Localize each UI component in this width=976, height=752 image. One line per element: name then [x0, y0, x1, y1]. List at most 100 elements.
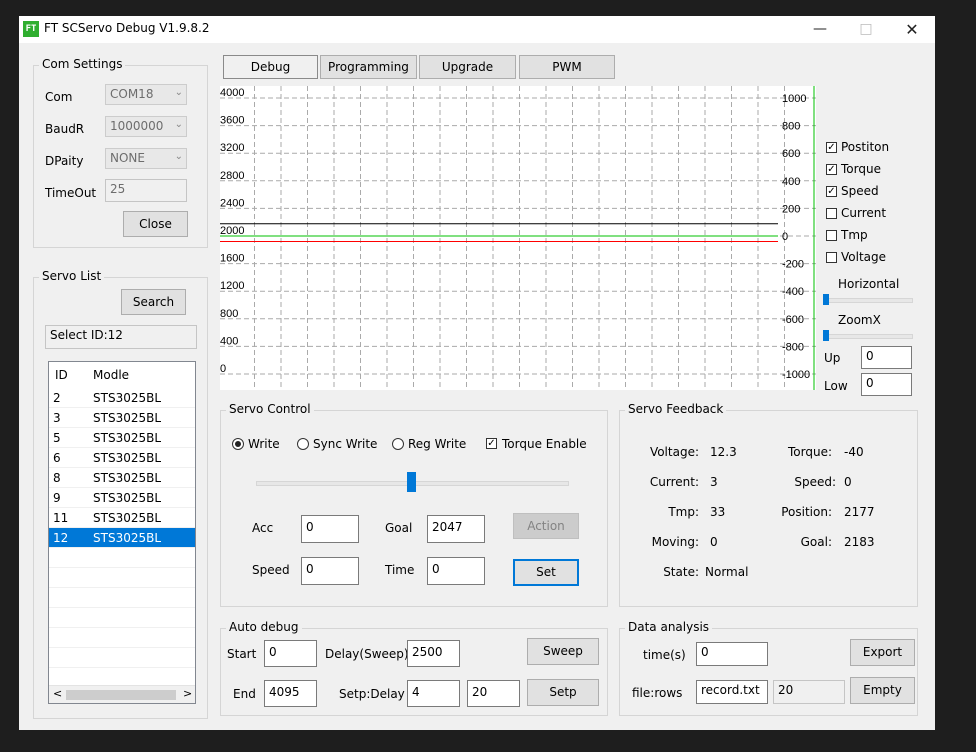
- up-field[interactable]: 0: [861, 346, 912, 369]
- scroll-right-icon[interactable]: >: [183, 687, 192, 700]
- column-header-id[interactable]: ID: [55, 368, 68, 382]
- write-radio[interactable]: [232, 438, 244, 450]
- list-item[interactable]: 5 STS3025BL: [49, 428, 195, 448]
- speed-field[interactable]: 0: [301, 557, 359, 585]
- series-toggle-label: Voltage: [841, 250, 887, 264]
- low-field[interactable]: 0: [861, 373, 912, 396]
- series-toggle-checkbox[interactable]: ✓: [826, 186, 837, 197]
- close-window-button[interactable]: ✕: [889, 16, 935, 43]
- list-item: [49, 548, 195, 568]
- file-name-field[interactable]: record.txt: [696, 680, 768, 704]
- reg-write-radio[interactable]: [392, 438, 404, 450]
- time-field[interactable]: 0: [427, 557, 485, 585]
- com-select[interactable]: COM18 ⌄: [105, 84, 187, 105]
- maximize-button[interactable]: □: [843, 16, 889, 43]
- baud-label: BaudR: [45, 122, 85, 136]
- torque-enable-label: Torque Enable: [502, 437, 587, 451]
- step-field[interactable]: 4: [407, 680, 460, 707]
- servo-model-cell: STS3025BL: [93, 391, 162, 405]
- set-button[interactable]: Set: [513, 559, 579, 586]
- timeout-label: TimeOut: [45, 186, 97, 200]
- servo-control-title: Servo Control: [226, 402, 314, 416]
- series-toggle-label: Speed: [841, 184, 879, 198]
- low-label: Low: [824, 379, 848, 393]
- goal-position-slider-thumb[interactable]: [407, 472, 417, 492]
- tab-programming[interactable]: Programming: [320, 55, 417, 79]
- rows-field[interactable]: 20: [773, 680, 845, 704]
- horizontal-scrollbar[interactable]: < >: [49, 685, 195, 703]
- step-delay-field[interactable]: 20: [467, 680, 520, 707]
- feedback-goal-value: 2183: [844, 535, 875, 549]
- tab-upgrade[interactable]: Upgrade: [419, 55, 516, 79]
- goal-label: Goal: [385, 521, 413, 535]
- current-value: 3: [710, 475, 718, 489]
- delay-sweep-field[interactable]: 2500: [407, 640, 460, 667]
- zoomx-slider[interactable]: [824, 334, 913, 339]
- minimize-button[interactable]: —: [797, 16, 843, 43]
- search-button[interactable]: Search: [121, 289, 186, 315]
- acc-field[interactable]: 0: [301, 515, 359, 543]
- list-item[interactable]: 12 STS3025BL: [49, 528, 195, 548]
- list-item[interactable]: 8 STS3025BL: [49, 468, 195, 488]
- parity-select[interactable]: NONE ⌄: [105, 148, 187, 169]
- left-axis-tick-label: 4000: [220, 87, 244, 99]
- auto-debug-title: Auto debug: [226, 620, 302, 634]
- horizontal-slider[interactable]: [824, 298, 913, 303]
- list-item[interactable]: 6 STS3025BL: [49, 448, 195, 468]
- scroll-left-icon[interactable]: <: [53, 687, 62, 700]
- baud-select[interactable]: 1000000 ⌄: [105, 116, 187, 137]
- end-field[interactable]: 4095: [264, 680, 317, 707]
- start-field[interactable]: 0: [264, 640, 317, 667]
- left-axis-tick-label: 2400: [220, 197, 244, 209]
- reg-write-label: Reg Write: [408, 437, 467, 451]
- series-toggle-checkbox[interactable]: [826, 208, 837, 219]
- app-window: FT FT SCServo Debug V1.9.8.2 — □ ✕ Com S…: [19, 16, 935, 730]
- series-toggle-checkbox[interactable]: [826, 230, 837, 241]
- timeout-field[interactable]: 25: [105, 179, 187, 202]
- torque-enable-checkbox[interactable]: ✓: [486, 438, 497, 449]
- parity-value: NONE: [110, 151, 145, 165]
- series-toggle-checkbox[interactable]: ✓: [826, 142, 837, 153]
- feedback-speed-value: 0: [844, 475, 852, 489]
- com-label: Com: [45, 90, 73, 104]
- parity-label: DPaity: [45, 154, 84, 168]
- empty-button[interactable]: Empty: [850, 677, 915, 704]
- list-item[interactable]: 3 STS3025BL: [49, 408, 195, 428]
- sync-write-radio[interactable]: [297, 438, 309, 450]
- right-axis-tick-label: -400: [782, 286, 804, 298]
- left-axis-tick-label: 1200: [220, 280, 244, 292]
- right-axis-tick-label: 1000: [782, 93, 806, 105]
- servo-id-cell: 5: [53, 431, 61, 445]
- list-item[interactable]: 11 STS3025BL: [49, 508, 195, 528]
- list-item: [49, 628, 195, 648]
- horizontal-slider-thumb[interactable]: [823, 294, 829, 305]
- current-label: Current:: [649, 475, 699, 489]
- action-button[interactable]: Action: [513, 513, 579, 539]
- tmp-value: 33: [710, 505, 726, 519]
- sweep-button[interactable]: Sweep: [527, 638, 599, 665]
- goal-field[interactable]: 2047: [427, 515, 485, 543]
- tab-pwm[interactable]: PWM: [519, 55, 615, 79]
- time-s-field[interactable]: 0: [696, 642, 768, 666]
- export-button[interactable]: Export: [850, 639, 915, 666]
- time-label: Time: [385, 563, 415, 577]
- servo-model-cell: STS3025BL: [93, 411, 162, 425]
- list-item[interactable]: 2 STS3025BL: [49, 388, 195, 408]
- tab-debug[interactable]: Debug: [223, 55, 318, 79]
- setp-button[interactable]: Setp: [527, 679, 599, 706]
- feedback-goal-label: Goal:: [800, 535, 832, 549]
- start-label: Start: [227, 647, 257, 661]
- column-header-model[interactable]: Modle: [93, 368, 129, 382]
- scrollbar-thumb[interactable]: [66, 690, 176, 700]
- app-logo-icon: FT: [23, 21, 39, 37]
- close-port-button[interactable]: Close: [123, 211, 188, 237]
- baud-value: 1000000: [110, 119, 164, 133]
- list-item[interactable]: 9 STS3025BL: [49, 488, 195, 508]
- zoomx-slider-thumb[interactable]: [823, 330, 829, 341]
- data-analysis-title: Data analysis: [625, 620, 713, 634]
- series-toggle-checkbox[interactable]: [826, 252, 837, 263]
- servo-list-table[interactable]: ID Modle 2 STS3025BL 3 STS3025BL 5 STS3025BL 6…: [48, 361, 196, 704]
- servo-model-cell: STS3025BL: [93, 471, 162, 485]
- com-value: COM18: [110, 87, 154, 101]
- series-toggle-checkbox[interactable]: ✓: [826, 164, 837, 175]
